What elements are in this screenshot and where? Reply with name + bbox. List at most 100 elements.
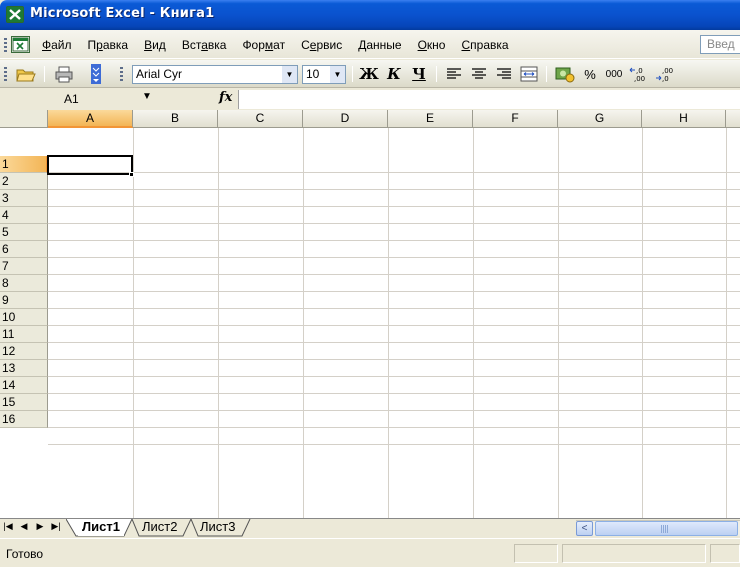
print-icon[interactable]	[52, 64, 76, 84]
underline-button[interactable]: Ч	[408, 64, 430, 84]
chevron-down-icon[interactable]: ▼	[330, 66, 345, 83]
align-center-icon[interactable]	[468, 64, 490, 84]
column-header-d[interactable]: D	[303, 110, 388, 128]
gridline-vertical	[473, 128, 474, 518]
menu-insert[interactable]: Вставка	[174, 34, 235, 56]
insert-function-icon[interactable]: fx	[219, 90, 232, 105]
align-left-icon[interactable]	[443, 64, 465, 84]
row-header-11[interactable]: 11	[0, 326, 48, 343]
gridline-horizontal	[48, 240, 740, 241]
sheet-tab-list2[interactable]: Лист2	[138, 519, 181, 536]
status-pane	[710, 544, 740, 563]
menu-help[interactable]: Справка	[453, 34, 516, 56]
ask-question-input[interactable]: Введ	[700, 35, 740, 54]
row-header-13[interactable]: 13	[0, 360, 48, 377]
gridline-horizontal	[48, 359, 740, 360]
gridline-horizontal	[48, 376, 740, 377]
sheet-tab-list1[interactable]: Лист1	[78, 519, 124, 536]
chevron-down-icon[interactable]: ▼	[282, 66, 297, 83]
menu-items: Файл Правка Вид Вставка Формат Сервис Да…	[34, 30, 517, 59]
font-name-select[interactable]: Arial Cyr ▼	[132, 65, 298, 84]
gridline-vertical	[303, 128, 304, 518]
formula-bar: A1 ▼ fx	[0, 89, 740, 110]
status-pane	[562, 544, 706, 563]
row-header-8[interactable]: 8	[0, 275, 48, 292]
last-sheet-icon[interactable]: ▶|	[50, 521, 62, 532]
menu-window[interactable]: Окно	[410, 34, 454, 56]
decrease-decimal-icon[interactable]: ,00,0	[654, 64, 678, 84]
bold-button[interactable]: Ж	[358, 64, 380, 84]
column-header-b[interactable]: B	[133, 110, 218, 128]
formula-input[interactable]	[238, 90, 740, 109]
thumb-grip-icon	[661, 525, 669, 533]
row-header-12[interactable]: 12	[0, 343, 48, 360]
status-pane	[514, 544, 558, 563]
toolbar-separator	[44, 66, 45, 82]
horizontal-scrollbar[interactable]: <	[576, 520, 740, 536]
column-header-g[interactable]: G	[558, 110, 642, 128]
column-header-h[interactable]: H	[642, 110, 726, 128]
toolbar-grip-handle[interactable]	[4, 67, 7, 81]
thousands-separator-button[interactable]: 000	[602, 64, 626, 84]
gridline-vertical	[218, 128, 219, 518]
column-header-f[interactable]: F	[473, 110, 558, 128]
menu-view[interactable]: Вид	[136, 34, 174, 56]
excel-app-icon[interactable]	[6, 6, 24, 23]
row-header-4[interactable]: 4	[0, 207, 48, 224]
first-sheet-icon[interactable]: |◀	[2, 521, 14, 532]
menu-bar: Файл Правка Вид Вставка Формат Сервис Да…	[0, 30, 740, 59]
menubar-grip-handle[interactable]	[4, 38, 7, 52]
row-header-5[interactable]: 5	[0, 224, 48, 241]
gridline-horizontal	[48, 189, 740, 190]
toolbar-separator	[546, 66, 547, 82]
sheet-tab-list3[interactable]: Лист3	[196, 519, 239, 536]
column-header-e[interactable]: E	[388, 110, 473, 128]
increase-decimal-icon[interactable]: ,0,00	[628, 64, 652, 84]
row-header-6[interactable]: 6	[0, 241, 48, 258]
merge-center-icon[interactable]	[518, 64, 540, 84]
status-bar: Готово	[0, 538, 740, 567]
gridline-vertical	[388, 128, 389, 518]
toolbar-grip-handle-2[interactable]	[120, 67, 123, 81]
row-header-3[interactable]: 3	[0, 190, 48, 207]
previous-sheet-icon[interactable]: ◀	[18, 521, 30, 532]
column-header-partial[interactable]	[726, 110, 740, 128]
menu-tools[interactable]: Сервис	[293, 34, 350, 56]
title-bar[interactable]: Microsoft Excel - Книга1	[0, 0, 740, 30]
currency-icon[interactable]	[553, 64, 577, 84]
row-header-1[interactable]: 1	[0, 156, 48, 173]
toolbar-options-icon[interactable]	[90, 64, 102, 84]
column-header-c[interactable]: C	[218, 110, 303, 128]
menu-format[interactable]: Формат	[234, 34, 293, 56]
next-sheet-icon[interactable]: ▶	[34, 521, 46, 532]
row-header-7[interactable]: 7	[0, 258, 48, 275]
row-header-15[interactable]: 15	[0, 394, 48, 411]
row-header-2[interactable]: 2	[0, 173, 48, 190]
active-cell-a1[interactable]	[47, 155, 133, 175]
align-right-icon[interactable]	[493, 64, 515, 84]
toolbar-separator	[436, 66, 437, 82]
select-all-corner[interactable]	[0, 110, 48, 128]
column-header-a[interactable]: A	[48, 110, 133, 128]
font-size-select[interactable]: 10 ▼	[302, 65, 346, 84]
row-header-9[interactable]: 9	[0, 292, 48, 309]
toolbar-separator	[352, 66, 353, 82]
name-box-value: A1	[64, 92, 79, 106]
chevron-down-icon[interactable]: ▼	[142, 91, 152, 102]
menu-file[interactable]: Файл	[34, 34, 80, 56]
workbook-menu-icon[interactable]	[11, 36, 30, 53]
row-header-10[interactable]: 10	[0, 309, 48, 326]
worksheet-grid[interactable]: A B C D E F G H 1 2 3 4 5 6 7 8 9 10 11 …	[0, 110, 740, 518]
gridline-vertical	[642, 128, 643, 518]
menu-edit[interactable]: Правка	[80, 34, 137, 56]
scrollbar-thumb[interactable]	[595, 521, 738, 536]
gridline-horizontal	[48, 206, 740, 207]
row-header-16[interactable]: 16	[0, 411, 48, 428]
fill-handle[interactable]	[129, 172, 134, 177]
row-header-14[interactable]: 14	[0, 377, 48, 394]
italic-button[interactable]: К	[383, 64, 405, 84]
scroll-left-icon[interactable]: <	[576, 521, 593, 536]
percent-button[interactable]: %	[580, 64, 600, 84]
menu-data[interactable]: Данные	[350, 34, 409, 56]
open-icon[interactable]	[14, 64, 38, 84]
